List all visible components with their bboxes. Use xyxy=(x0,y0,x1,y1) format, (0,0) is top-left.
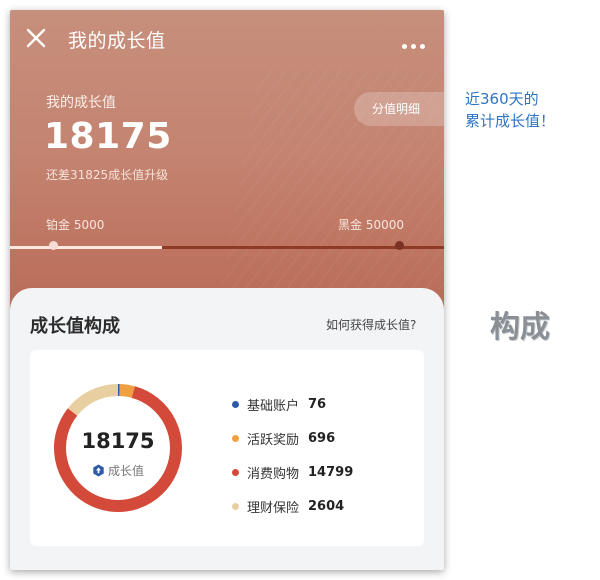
growth-header: 我的成长值 我的成长值 18175 还差31825成长值升级 分值明细 铂金 5… xyxy=(10,10,444,320)
legend-dot-icon xyxy=(232,434,239,442)
composition-card: 18175 成长值 基础账户 76 活跃奖励 696 消费购物 14799 理财保险 2604 xyxy=(30,350,424,546)
growth-label: 我的成长值 xyxy=(46,95,116,111)
legend-dot-icon xyxy=(232,502,239,510)
annotation-section-label: 构成 xyxy=(490,310,550,345)
donut-total-label: 成长值 xyxy=(107,464,144,478)
legend-item-value: 2604 xyxy=(308,498,345,514)
how-to-earn-link[interactable]: 如何获得成长值? xyxy=(326,316,416,333)
upgrade-gap-text: 还差31825成长值升级 xyxy=(46,168,169,182)
legend-item: 基础账户 76 xyxy=(232,387,353,421)
legend-item-name: 活跃奖励 xyxy=(247,432,300,448)
annotation-note: 近360天的 累计成长值！ xyxy=(465,88,555,132)
more-dot-icon xyxy=(402,44,407,49)
donut-total-caption: 成长值 xyxy=(48,462,188,479)
legend-item: 理财保险 2604 xyxy=(232,489,353,523)
phone-screen: 我的成长值 我的成长值 18175 还差31825成长值升级 分值明细 铂金 5… xyxy=(10,10,444,570)
composition-title: 成长值构成 xyxy=(30,316,120,337)
legend-item: 消费购物 14799 xyxy=(232,455,353,489)
donut-total-value: 18175 xyxy=(81,429,155,453)
current-tier-marker xyxy=(49,241,58,250)
annotation-note-line: 累计成长值！ xyxy=(465,112,556,130)
legend-item: 活跃奖励 696 xyxy=(232,421,353,455)
legend-item-name: 理财保险 xyxy=(247,500,300,516)
legend-item-name: 基础账户 xyxy=(247,398,300,414)
donut-segment-1 xyxy=(119,384,135,398)
close-icon xyxy=(26,28,46,48)
growth-value: 18175 xyxy=(44,116,172,157)
growth-badge-icon xyxy=(93,464,104,477)
legend-dot-icon xyxy=(232,468,239,476)
next-tier-marker xyxy=(395,241,404,250)
close-button[interactable] xyxy=(24,26,48,50)
more-menu-button[interactable] xyxy=(402,34,430,49)
composition-panel: 成长值构成 如何获得成长值? 18175 成长值 基础账户 76 活跃奖励 696 消费… xyxy=(10,288,444,570)
composition-legend: 基础账户 76 活跃奖励 696 消费购物 14799 理财保险 2604 xyxy=(232,387,353,523)
legend-item-value: 76 xyxy=(308,396,327,412)
annotation-note-line: 近360天的 xyxy=(465,90,539,108)
current-tier-label: 铂金 5000 xyxy=(46,218,105,232)
legend-item-value: 696 xyxy=(308,430,336,446)
progress-fill xyxy=(10,246,162,249)
progress-track xyxy=(10,246,444,249)
legend-item-value: 14799 xyxy=(308,464,354,480)
legend-item-name: 消费购物 xyxy=(247,466,300,482)
next-tier-label: 黑金 50000 xyxy=(338,218,404,232)
page-title: 我的成长值 xyxy=(68,30,166,52)
donut-segment-3 xyxy=(67,384,119,416)
score-detail-button[interactable]: 分值明细 xyxy=(354,92,444,126)
more-dot-icon xyxy=(411,44,416,49)
legend-dot-icon xyxy=(232,400,239,408)
more-dot-icon xyxy=(420,44,425,49)
